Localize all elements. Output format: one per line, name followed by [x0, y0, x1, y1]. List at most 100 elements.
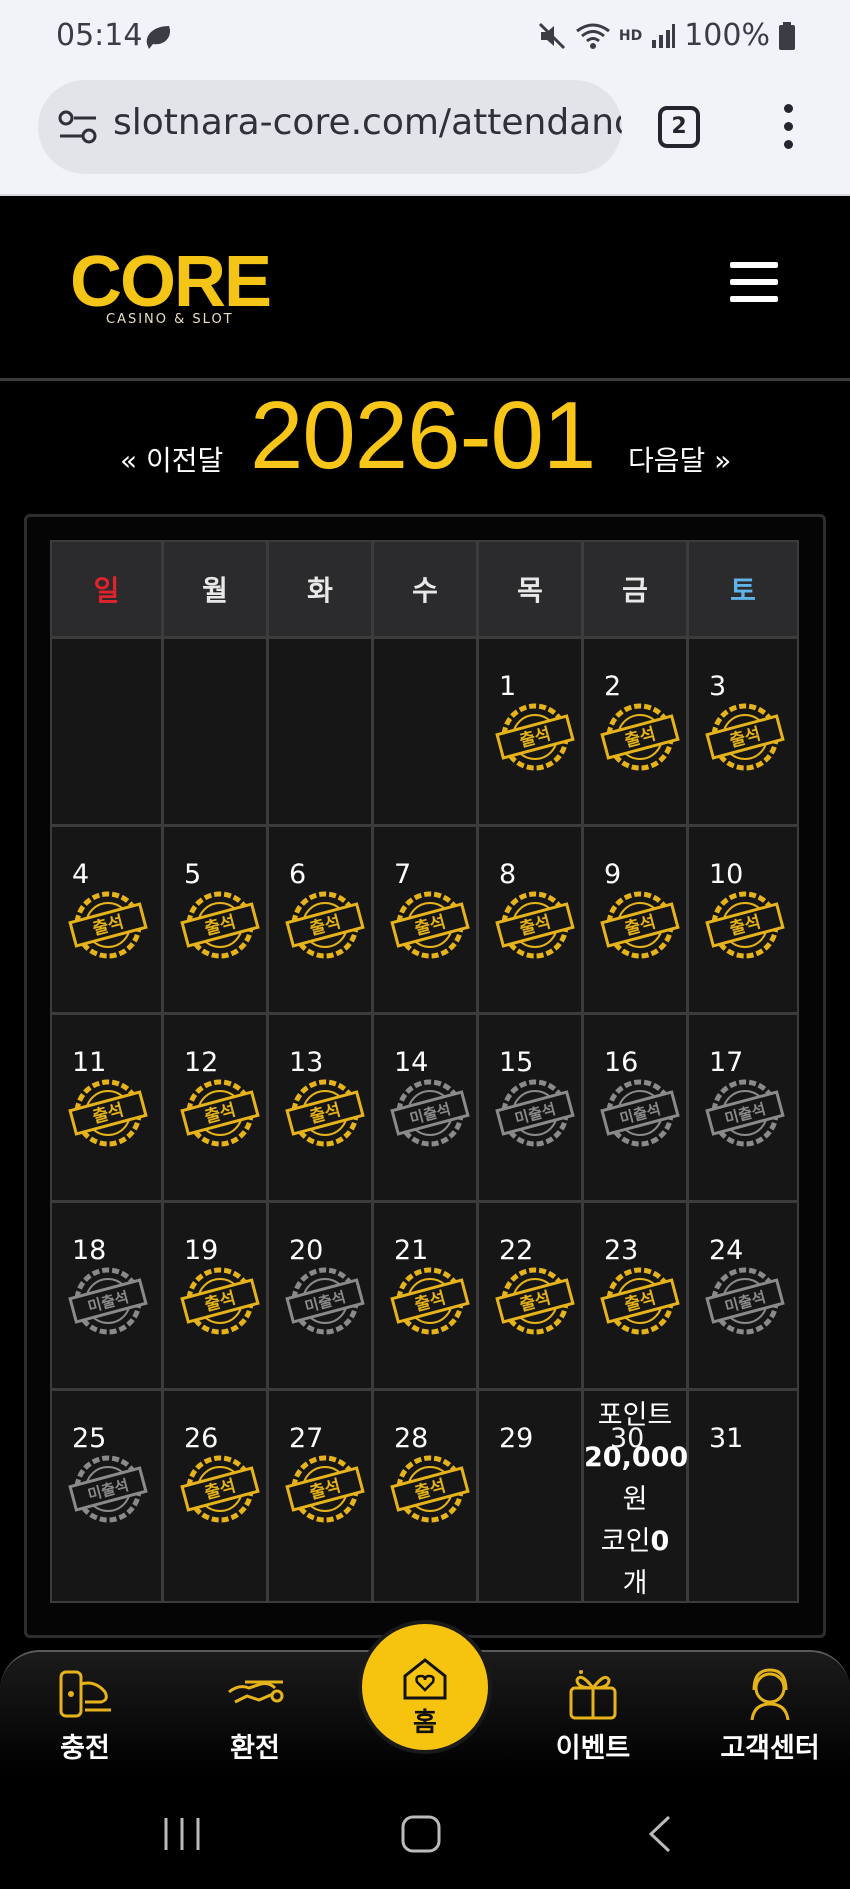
weekday-tuesday: 화 — [267, 540, 373, 638]
nav-support-label: 고객센터 — [720, 1733, 820, 1764]
day-number: 13 — [289, 1047, 324, 1078]
day-number: 29 — [499, 1423, 534, 1454]
nav-event-label: 이벤트 — [555, 1733, 631, 1764]
browser-menu-button[interactable] — [782, 104, 794, 150]
nav-support[interactable]: 고객센터 — [710, 1666, 830, 1765]
attended-stamp-icon: 출석 — [180, 1079, 260, 1147]
day-number: 22 — [499, 1235, 534, 1266]
calendar-day-cell: 9 출석 — [582, 825, 688, 1014]
absent-stamp-icon: 미출석 — [705, 1079, 785, 1147]
weekday-sunday: 일 — [50, 540, 163, 638]
month-navigation: « 이전달 2026-01 다음달 » — [0, 381, 850, 511]
day-number: 26 — [184, 1423, 219, 1454]
calendar-day-cell: 15 미출석 — [477, 1013, 583, 1202]
calendar-day-cell: 13 출석 — [267, 1013, 373, 1202]
back-icon[interactable] — [645, 1814, 675, 1854]
recent-apps-icon[interactable] — [160, 1814, 204, 1854]
charge-icon — [59, 1670, 111, 1718]
attended-stamp-icon: 출석 — [390, 1267, 470, 1335]
attended-stamp-icon: 출석 — [180, 1455, 260, 1523]
calendar-day-cell: 30 포인트 20,000 원 코인0 개 — [582, 1389, 688, 1603]
day-number: 15 — [499, 1047, 534, 1078]
calendar-day-cell: 20 미출석 — [267, 1201, 373, 1390]
day-number: 28 — [394, 1423, 429, 1454]
points-label: 포인트 — [597, 1400, 673, 1431]
nav-home-button[interactable]: 홈 — [358, 1620, 492, 1754]
attended-stamp-icon: 출석 — [600, 703, 680, 771]
day-number: 24 — [709, 1235, 744, 1266]
day-number: 20 — [289, 1235, 324, 1266]
coin-unit: 개 — [622, 1568, 648, 1599]
nav-event[interactable]: 이벤트 — [538, 1666, 648, 1765]
day-number: 8 — [499, 859, 517, 890]
calendar-day-cell: 21 출석 — [372, 1201, 478, 1390]
calendar-day-cell: 6 출석 — [267, 825, 373, 1014]
tab-switcher-button[interactable]: 2 — [658, 106, 700, 148]
day-number: 3 — [709, 671, 727, 702]
address-bar[interactable]: slotnara-core.com/attendanc — [38, 80, 622, 174]
home-heart-icon — [403, 1658, 447, 1700]
battery-icon — [779, 21, 795, 50]
calendar-empty-cell — [267, 637, 373, 826]
cloud-notification-icon — [146, 26, 171, 49]
weekday-thursday: 목 — [477, 540, 583, 638]
nav-exchange-label: 환전 — [230, 1733, 280, 1764]
core-logo[interactable]: CORE CASINO & SLOT — [70, 246, 290, 327]
attended-stamp-icon: 출석 — [68, 1079, 148, 1147]
day-number: 27 — [289, 1423, 324, 1454]
day-number: 31 — [709, 1423, 744, 1454]
day-number: 12 — [184, 1047, 219, 1078]
nav-charge[interactable]: 충전 — [30, 1666, 140, 1765]
attended-stamp-icon: 출석 — [285, 1455, 365, 1523]
day-number: 1 — [499, 671, 517, 702]
prev-month-link[interactable]: « 이전달 — [120, 439, 223, 479]
status-time: 05:14 — [56, 18, 143, 53]
day-number: 25 — [72, 1423, 107, 1454]
nav-exchange[interactable]: 환전 — [200, 1666, 310, 1765]
wifi-icon — [575, 23, 610, 49]
absent-stamp-icon: 미출석 — [495, 1079, 575, 1147]
attended-stamp-icon: 출석 — [180, 1267, 260, 1335]
attended-stamp-icon: 출석 — [600, 891, 680, 959]
day-number: 21 — [394, 1235, 429, 1266]
attended-stamp-icon: 출석 — [495, 703, 575, 771]
day-number: 18 — [72, 1235, 107, 1266]
absent-stamp-icon: 미출석 — [705, 1267, 785, 1335]
calendar-day-cell: 3 출석 — [687, 637, 799, 826]
calendar-day-cell: 8 출석 — [477, 825, 583, 1014]
day-number: 16 — [604, 1047, 639, 1078]
calendar-day-cell: 31 — [687, 1389, 799, 1603]
absent-stamp-icon: 미출석 — [600, 1079, 680, 1147]
calendar-day-cell: 19 출석 — [162, 1201, 268, 1390]
absent-stamp-icon: 미출석 — [68, 1455, 148, 1523]
next-month-link[interactable]: 다음달 » — [628, 439, 731, 479]
attended-stamp-icon: 출석 — [495, 1267, 575, 1335]
url-text[interactable]: slotnara-core.com/attendanc — [113, 102, 622, 143]
calendar-day-cell: 22 출석 — [477, 1201, 583, 1390]
attended-stamp-icon: 출석 — [285, 1079, 365, 1147]
hamburger-menu-icon[interactable] — [730, 262, 778, 302]
home-system-icon[interactable] — [400, 1814, 442, 1854]
site-settings-icon[interactable] — [58, 108, 98, 146]
day-number: 4 — [72, 859, 90, 890]
calendar-day-cell: 29 — [477, 1389, 583, 1603]
calendar-day-cell: 12 출석 — [162, 1013, 268, 1202]
calendar-empty-cell — [162, 637, 268, 826]
weekday-friday: 금 — [582, 540, 688, 638]
weekday-monday: 월 — [162, 540, 268, 638]
day-number: 5 — [184, 859, 202, 890]
coin-amount: 0 — [650, 1526, 670, 1557]
day-number: 2 — [604, 671, 622, 702]
support-agent-icon — [750, 1668, 790, 1721]
day-number: 14 — [394, 1047, 429, 1078]
calendar-day-cell: 1 출석 — [477, 637, 583, 826]
day-number: 6 — [289, 859, 307, 890]
calendar-day-cell: 16 미출석 — [582, 1013, 688, 1202]
calendar-day-cell: 2 출석 — [582, 637, 688, 826]
status-bar: 05:14 HD 100% — [0, 0, 850, 76]
calendar-day-cell: 10 출석 — [687, 825, 799, 1014]
calendar-empty-cell — [50, 637, 163, 826]
logo-subtitle: CASINO & SLOT — [106, 312, 234, 327]
absent-stamp-icon: 미출석 — [68, 1267, 148, 1335]
attended-stamp-icon: 출석 — [180, 891, 260, 959]
